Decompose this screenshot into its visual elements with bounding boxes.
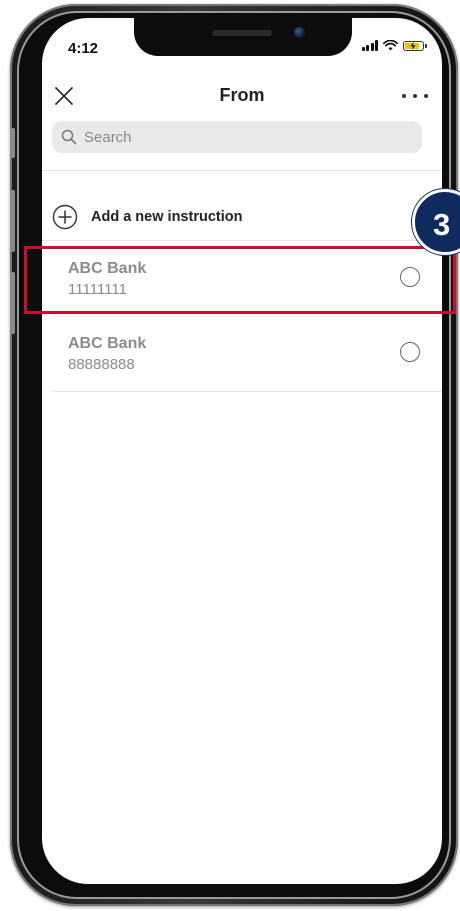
account-bank-name: ABC Bank xyxy=(68,260,147,277)
volume-up-button xyxy=(10,190,15,252)
row-divider xyxy=(52,391,442,392)
plus-circle-icon xyxy=(52,204,78,230)
earpiece-speaker xyxy=(212,30,272,36)
search-input[interactable] xyxy=(82,127,406,147)
search-icon xyxy=(61,129,77,145)
battery-icon xyxy=(403,40,427,51)
volume-down-button xyxy=(10,272,15,334)
mute-switch xyxy=(10,128,15,158)
notch xyxy=(134,18,352,56)
status-time: 4:12 xyxy=(68,40,99,57)
account-list-item[interactable]: ABC Bank 11111111 xyxy=(52,248,432,322)
section-divider xyxy=(42,240,442,241)
account-radio-button[interactable] xyxy=(400,342,420,362)
cellular-signal-icon xyxy=(361,40,378,51)
stage: 4:12 From Search Add a new instruction A… xyxy=(0,0,460,911)
account-bank-name: ABC Bank xyxy=(68,335,147,352)
account-number: 11111111 xyxy=(68,281,127,298)
charging-bolt-icon xyxy=(410,41,416,50)
status-icons xyxy=(361,40,427,51)
front-camera xyxy=(294,27,305,38)
header-bar: From xyxy=(42,80,442,112)
more-options-button[interactable] xyxy=(402,84,428,108)
wifi-icon xyxy=(383,40,398,51)
add-instruction-label: Add a new instruction xyxy=(91,209,243,225)
add-instruction-button[interactable]: Add a new instruction xyxy=(52,202,422,232)
phone-screen: 4:12 From Search Add a new instruction A… xyxy=(42,18,442,884)
search-bar[interactable] xyxy=(52,121,422,153)
account-number: 88888888 xyxy=(68,356,135,373)
more-dot xyxy=(424,94,428,98)
row-divider xyxy=(52,316,442,317)
account-radio-button[interactable] xyxy=(400,267,420,287)
account-list-item[interactable]: ABC Bank 88888888 xyxy=(52,323,432,397)
header-divider xyxy=(42,170,442,171)
page-title: From xyxy=(219,85,265,105)
more-dot xyxy=(413,94,417,98)
more-dots-icon xyxy=(402,94,406,98)
